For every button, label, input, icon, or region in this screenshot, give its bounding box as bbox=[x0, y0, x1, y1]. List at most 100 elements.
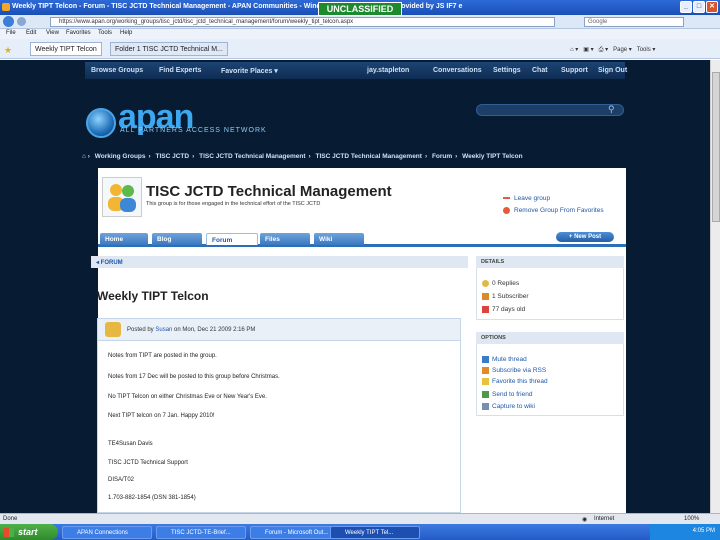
menu-tools[interactable]: Tools bbox=[98, 30, 112, 36]
menu-view[interactable]: View bbox=[46, 30, 59, 36]
calendar-icon bbox=[482, 306, 489, 313]
group-description: This group is for those engaged in the t… bbox=[146, 201, 321, 207]
menu-favorites[interactable]: Favorites bbox=[66, 30, 91, 36]
system-tray: 4:05 PM bbox=[650, 524, 720, 540]
tab-wiki[interactable]: Wiki bbox=[314, 233, 364, 245]
nav-sign-out[interactable]: Sign Out bbox=[598, 67, 627, 74]
minus-icon bbox=[503, 197, 510, 200]
breadcrumb-item[interactable]: Forum bbox=[432, 153, 452, 160]
replies-count: 0 Replies bbox=[482, 280, 519, 287]
nav-find-experts[interactable]: Find Experts bbox=[159, 67, 201, 74]
site-top-nav: Browse Groups Find Experts Favorite Plac… bbox=[85, 62, 627, 79]
nav-conversations[interactable]: Conversations bbox=[433, 67, 482, 74]
minimize-button[interactable]: _ bbox=[680, 1, 692, 13]
leave-group-link[interactable]: Leave group bbox=[503, 195, 604, 202]
favorite-thread-link[interactable]: Favorite this thread bbox=[482, 378, 548, 385]
address-input[interactable]: https://www.apan.org/working_groups/tisc… bbox=[50, 17, 555, 27]
site-search-input[interactable] bbox=[476, 104, 624, 116]
remove-favorites-link[interactable]: Remove Group From Favorites bbox=[503, 207, 604, 214]
post-body-line: Notes from TIPT are posted in the group. bbox=[108, 353, 217, 359]
details-header: DETAILS bbox=[476, 256, 624, 268]
maximize-button[interactable]: □ bbox=[693, 1, 705, 13]
clock: 4:05 PM bbox=[692, 528, 715, 534]
post-body-line: TISC JCTD Technical Support bbox=[108, 460, 188, 466]
post-meta: Posted by Susan on Mon, Dec 21 2009 2:16… bbox=[127, 327, 256, 333]
post-body-line: Next TIPT telcon on 7 Jan. Happy 2010! bbox=[108, 413, 215, 419]
forward-button[interactable] bbox=[17, 17, 26, 26]
zone-globe-icon: ◉ bbox=[582, 517, 588, 523]
zoom-level[interactable]: 100% bbox=[684, 516, 699, 522]
nav-settings[interactable]: Settings bbox=[493, 67, 521, 74]
close-button[interactable]: ✕ bbox=[706, 1, 718, 13]
breadcrumb: ⌂ › Working Groups › TISC JCTD › TISC JCTD… bbox=[82, 153, 523, 160]
group-title: TISC JCTD Technical Management bbox=[146, 183, 392, 200]
breadcrumb-item[interactable]: TISC JCTD bbox=[156, 153, 190, 160]
favorites-star-icon[interactable]: ★ bbox=[4, 45, 12, 56]
globe-logo-icon bbox=[86, 108, 116, 138]
tab-forum[interactable]: Forum bbox=[206, 233, 258, 245]
wiki-icon bbox=[482, 403, 489, 410]
status-zone: Internet bbox=[594, 516, 615, 522]
back-button[interactable] bbox=[3, 16, 14, 27]
breadcrumb-item[interactable]: TISC JCTD Technical Management bbox=[199, 153, 305, 160]
post-body-line: 1.703-882-1854 (DSN 381-1854) bbox=[108, 495, 196, 501]
avatar[interactable] bbox=[105, 322, 121, 337]
breadcrumb-item[interactable]: Working Groups bbox=[95, 153, 146, 160]
post-body-line: No TIPT Telcon on either Christmas Eve o… bbox=[108, 394, 267, 400]
windows-flag-icon bbox=[4, 528, 14, 537]
nav-user[interactable]: jay.stapleton bbox=[367, 67, 409, 74]
group-people-icon bbox=[102, 177, 142, 217]
nav-chat[interactable]: Chat bbox=[532, 67, 548, 74]
rss-icon bbox=[482, 367, 489, 374]
command-bar[interactable]: ⌂ ▾ ▣ ▾ ⎙ ▾ Page ▾ Tools ▾ bbox=[570, 46, 655, 54]
taskbar-item[interactable]: APAN Connections bbox=[62, 526, 152, 539]
subscribe-rss-link[interactable]: Subscribe via RSS bbox=[482, 367, 546, 374]
subscriber-count: 1 Subscriber bbox=[482, 293, 529, 300]
taskbar-item[interactable]: TISC JCTD-TE-Brief... bbox=[156, 526, 246, 539]
rss-icon bbox=[482, 293, 489, 300]
group-actions: Leave group Remove Group From Favorites bbox=[503, 195, 604, 219]
status-bar: Done ◉ Internet 100% bbox=[0, 513, 720, 524]
forum-back-link[interactable]: ◂ FORUM bbox=[91, 256, 468, 268]
new-post-button[interactable]: + New Post bbox=[556, 232, 614, 242]
send-icon bbox=[482, 391, 489, 398]
vertical-scrollbar[interactable] bbox=[710, 60, 720, 513]
nav-favorite-places[interactable]: Favorite Places ▾ bbox=[221, 67, 278, 75]
remove-icon bbox=[503, 207, 510, 214]
tab-home[interactable]: Home bbox=[100, 233, 148, 245]
browser-search-input[interactable]: Google bbox=[584, 17, 684, 27]
options-header: OPTIONS bbox=[476, 332, 624, 344]
reply-icon bbox=[482, 280, 489, 287]
send-to-friend-link[interactable]: Send to friend bbox=[482, 391, 532, 398]
mute-icon bbox=[482, 356, 489, 363]
window-controls: _ □ ✕ bbox=[680, 1, 718, 13]
browser-tab[interactable]: Folder 1 TISC JCTD Technical M... bbox=[110, 42, 228, 56]
taskbar-item-active[interactable]: Weekly TIPT Tel... bbox=[330, 526, 420, 539]
taskbar-item[interactable]: Forum - Microsoft Out... bbox=[250, 526, 340, 539]
browser-tab-active[interactable]: Weekly TIPT Telcon bbox=[30, 42, 102, 56]
post-body-line: DISA/T02 bbox=[108, 477, 135, 483]
search-icon[interactable]: ⚲ bbox=[608, 104, 615, 115]
nav-support[interactable]: Support bbox=[561, 67, 588, 74]
author-link[interactable]: Susan bbox=[155, 327, 172, 333]
breadcrumb-item[interactable]: TISC JCTD Technical Management bbox=[316, 153, 422, 160]
status-text: Done bbox=[3, 516, 18, 522]
star-icon bbox=[482, 378, 489, 385]
site-logo-subtitle: ALL PARTNERS ACCESS NETWORK bbox=[120, 127, 267, 134]
post-body-line: TE4Susan Davis bbox=[108, 441, 153, 447]
breadcrumb-home-icon[interactable]: ⌂ › bbox=[82, 153, 90, 160]
nav-browse-groups[interactable]: Browse Groups bbox=[91, 67, 143, 74]
tab-files[interactable]: Files bbox=[260, 233, 310, 245]
menu-file[interactable]: File bbox=[6, 30, 16, 36]
menu-bar: File Edit View Favorites Tools Help bbox=[0, 29, 720, 39]
post-body-line: Notes from 17 Dec will be posted to this… bbox=[108, 374, 280, 380]
breadcrumb-current: Weekly TIPT Telcon bbox=[462, 153, 523, 160]
capture-wiki-link[interactable]: Capture to wiki bbox=[482, 403, 535, 410]
menu-edit[interactable]: Edit bbox=[26, 30, 36, 36]
thread-age: 77 days old bbox=[482, 306, 525, 313]
tab-blog[interactable]: Blog bbox=[152, 233, 202, 245]
classification-banner: UNCLASSIFIED bbox=[318, 2, 402, 16]
menu-help[interactable]: Help bbox=[120, 30, 132, 36]
scrollbar-thumb[interactable] bbox=[712, 72, 720, 222]
mute-thread-link[interactable]: Mute thread bbox=[482, 356, 527, 363]
